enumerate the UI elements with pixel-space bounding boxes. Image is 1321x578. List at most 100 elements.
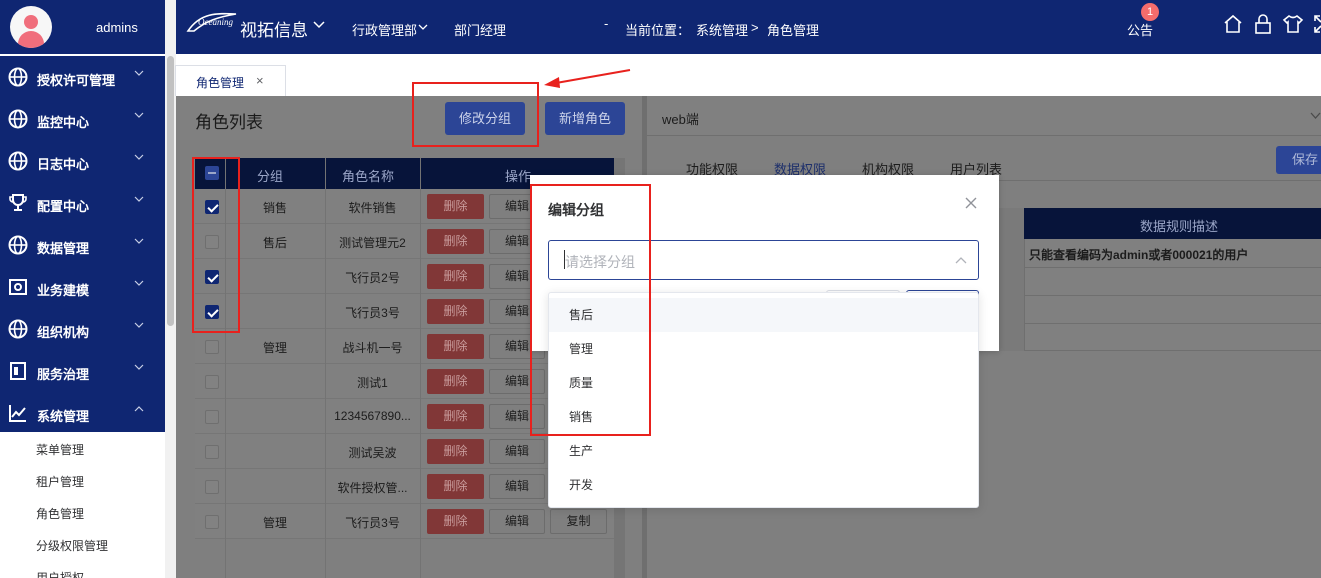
sidebar-item-service[interactable]: 服务治理 (0, 350, 165, 392)
avatar[interactable] (10, 6, 52, 48)
delete-button[interactable]: 删除 (427, 509, 484, 534)
row-role-name: 飞行员2号 (345, 271, 400, 285)
sidebar-subitem-auth[interactable]: 用户授权 (36, 569, 84, 578)
row-role-name: 飞行员3号 (345, 516, 400, 530)
chevron-down-icon (134, 112, 144, 118)
sidebar-item-label: 配置中心 (37, 199, 90, 214)
close-icon[interactable]: × (256, 73, 264, 88)
row-checkbox[interactable] (205, 340, 219, 354)
row-role-name: 测试1 (357, 376, 388, 390)
chevron-down-icon[interactable] (418, 23, 428, 31)
chevron-up-icon (134, 406, 144, 412)
svg-text:Oceaning: Oceaning (198, 17, 233, 27)
shirt-icon[interactable] (1282, 13, 1304, 35)
role-list-title: 角色列表 (195, 113, 263, 132)
edit-button[interactable]: 编辑 (489, 439, 545, 464)
chevron-down-icon (134, 154, 144, 160)
sidebar-item-label: 监控中心 (37, 115, 90, 130)
delete-button[interactable]: 删除 (427, 229, 484, 254)
edit-button[interactable]: 编辑 (489, 509, 545, 534)
delete-button[interactable]: 删除 (427, 369, 484, 394)
row-checkbox[interactable] (205, 375, 219, 389)
column-header-rule-desc: 数据规则描述 (1140, 219, 1219, 234)
row-checkbox[interactable] (205, 410, 219, 424)
sidebar-scroll-thumb[interactable] (167, 56, 174, 326)
sidebar-item-modeling[interactable]: 业务建模 (0, 266, 165, 308)
delete-button[interactable]: 删除 (427, 264, 484, 289)
home-icon[interactable] (1222, 13, 1244, 35)
chart-line-icon (9, 405, 26, 422)
sidebar-item-label: 组织机构 (37, 325, 90, 340)
annotation-box-edit-group (412, 82, 539, 147)
department-selector[interactable]: 行政管理部 (352, 20, 417, 39)
chevron-down-icon[interactable] (313, 20, 325, 30)
chevron-down-icon (134, 238, 144, 244)
tab-bar (176, 54, 1321, 96)
table-row[interactable]: 管理 飞行员3号 删除 编辑 复制 (195, 504, 625, 539)
sidebar-item-label: 服务治理 (37, 367, 90, 382)
fullscreen-icon[interactable] (1312, 13, 1321, 35)
chevron-down-icon (134, 280, 144, 286)
delete-button[interactable]: 删除 (427, 404, 484, 429)
sidebar-item-logs[interactable]: 日志中心 (0, 140, 165, 182)
delete-button[interactable]: 删除 (427, 194, 484, 219)
breadcrumb-parent[interactable]: 系统管理 (696, 20, 748, 39)
sidebar-item-label: 日志中心 (37, 157, 90, 172)
document-icon (10, 362, 26, 380)
sidebar-item-label: 系统管理 (37, 409, 90, 424)
row-group: 售后 (262, 236, 287, 250)
row-checkbox[interactable] (205, 445, 219, 459)
save-button[interactable]: 保存 (1276, 146, 1321, 174)
notice-link[interactable]: 公告 (1127, 20, 1153, 39)
sidebar-item-system[interactable]: 系统管理 (0, 392, 165, 434)
chevron-down-icon (134, 322, 144, 328)
close-icon[interactable] (962, 194, 980, 212)
breadcrumb-separator: > (751, 20, 759, 35)
top-header: Oceaning 视拓信息 行政管理部 部门经理 - 当前位置： 系统管理 > … (176, 0, 1321, 54)
sidebar-item-label: 业务建模 (37, 283, 90, 298)
platform-value: web端 (662, 112, 699, 127)
tab-role-management[interactable]: 角色管理 × (175, 65, 286, 96)
delete-button[interactable]: 删除 (427, 474, 484, 499)
sidebar-subitem-role[interactable]: 角色管理 (36, 505, 84, 522)
row-role-name: 测试吴波 (348, 446, 397, 460)
sidebar-subitem-grade[interactable]: 分级权限管理 (36, 537, 108, 554)
sidebar-item-config[interactable]: 配置中心 (0, 182, 165, 224)
group-option[interactable]: 生产 (549, 434, 978, 468)
sidebar-item-license[interactable]: 授权许可管理 (0, 56, 165, 98)
annotation-arrow (544, 69, 631, 88)
chevron-down-icon (1310, 112, 1321, 119)
sidebar-subitem-menu[interactable]: 菜单管理 (36, 441, 84, 458)
row-role-name: 飞行员3号 (345, 306, 400, 320)
row-checkbox[interactable] (205, 480, 219, 494)
row-group: 销售 (262, 201, 287, 215)
new-role-button[interactable]: 新增角色 (545, 102, 625, 135)
globe-icon (8, 109, 28, 129)
delete-button[interactable]: 删除 (427, 439, 484, 464)
platform-select[interactable] (647, 96, 1321, 136)
trophy-icon (9, 194, 27, 211)
row-role-name: 战斗机一号 (342, 341, 403, 355)
rule-description: 只能查看编码为admin或者000021的用户 (1029, 248, 1249, 262)
position-label: 部门经理 (454, 23, 507, 38)
row-role-name: 1234567890... (334, 409, 411, 423)
company-logo: Oceaning (186, 12, 237, 32)
globe-icon (8, 235, 28, 255)
copy-button[interactable]: 复制 (550, 509, 607, 534)
sidebar-item-monitor[interactable]: 监控中心 (0, 98, 165, 140)
row-role-name: 测试管理元2 (339, 236, 406, 250)
sidebar-menu: 授权许可管理 监控中心 日志中心 配置中心 数据管理 业务建模 组织机构 服务治… (0, 56, 165, 432)
sidebar-subitem-tenant[interactable]: 租户管理 (36, 473, 84, 490)
delete-button[interactable]: 删除 (427, 299, 484, 324)
group-option[interactable]: 开发 (549, 468, 978, 502)
chevron-down-icon (134, 70, 144, 76)
lock-icon[interactable] (1252, 13, 1274, 35)
edit-button[interactable]: 编辑 (489, 474, 545, 499)
sidebar-item-data[interactable]: 数据管理 (0, 224, 165, 266)
delete-button[interactable]: 删除 (427, 334, 484, 359)
column-divider (420, 158, 421, 578)
header-dash: - (604, 16, 609, 31)
row-checkbox[interactable] (205, 515, 219, 529)
chevron-down-icon (134, 364, 144, 370)
sidebar-item-org[interactable]: 组织机构 (0, 308, 165, 350)
